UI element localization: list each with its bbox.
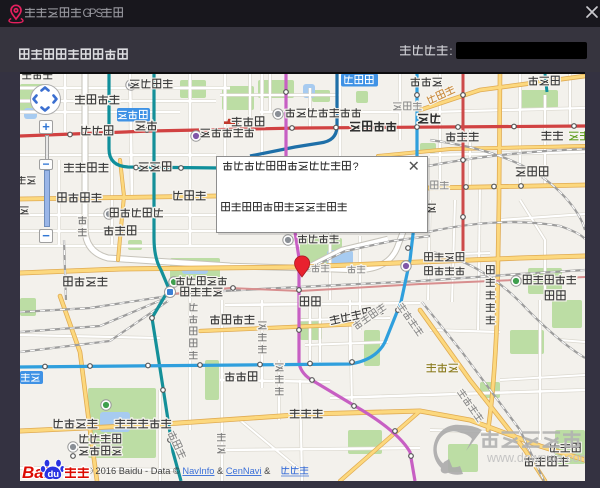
svg-text:du: du bbox=[48, 469, 60, 480]
svg-text:?: ? bbox=[353, 161, 359, 173]
svg-text:S: S bbox=[95, 8, 103, 20]
svg-text::: : bbox=[449, 44, 452, 58]
svg-text:www.downxia.com: www.downxia.com bbox=[486, 451, 585, 465]
